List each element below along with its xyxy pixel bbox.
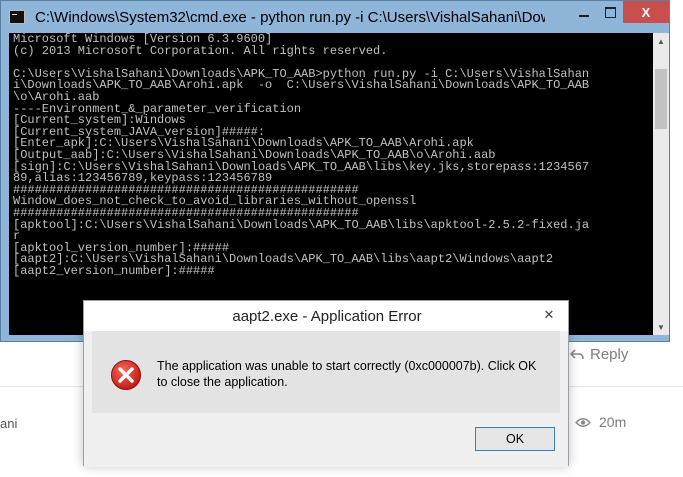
author-name: ani (0, 416, 18, 431)
reply-link[interactable]: Reply (570, 346, 628, 363)
close-icon: ✕ (543, 307, 555, 322)
scroll-thumb[interactable] (655, 69, 667, 129)
maximize-icon (604, 6, 616, 18)
error-dialog: aapt2.exe - Application Error ✕ The appl… (83, 300, 569, 467)
minimize-icon (579, 15, 589, 17)
console-output[interactable]: Microsoft Windows [Version 6.3.9600] (c) … (9, 33, 653, 335)
console-line: [apktool]:C:\Users\VishalSahani\Download… (13, 217, 590, 232)
cmd-titlebar[interactable]: C:\Windows\System32\cmd.exe - python run… (1, 1, 669, 33)
cmd-title: C:\Windows\System32\cmd.exe - python run… (35, 9, 545, 26)
scrollbar[interactable]: ▲ ▼ (653, 33, 669, 335)
dialog-titlebar[interactable]: aapt2.exe - Application Error ✕ (84, 301, 568, 331)
error-icon (111, 360, 141, 390)
console-line: i\Downloads\APK_TO_AAB\Arohi.apk -o C:\U… (13, 78, 590, 93)
eye-icon (575, 417, 591, 427)
console-line: (c) 2013 Microsoft Corporation. All righ… (13, 43, 388, 58)
dialog-title: aapt2.exe - Application Error (232, 308, 422, 325)
console-line: [aapt2_version_number]:##### (13, 263, 215, 278)
cmd-window: C:\Windows\System32\cmd.exe - python run… (0, 0, 670, 342)
view-time: 20m (575, 414, 626, 430)
reply-icon (570, 348, 584, 359)
minimize-button[interactable] (571, 1, 597, 23)
scroll-up-icon[interactable]: ▲ (653, 33, 669, 49)
close-icon: X (641, 4, 651, 20)
reply-label: Reply (590, 346, 629, 363)
scroll-down-icon[interactable]: ▼ (653, 319, 669, 335)
cmd-app-icon[interactable] (9, 10, 25, 24)
close-button[interactable]: X (623, 1, 669, 23)
dialog-close-button[interactable]: ✕ (536, 305, 562, 325)
maximize-button[interactable] (597, 1, 623, 23)
time-label: 20m (599, 414, 627, 430)
dialog-message: The application was unable to start corr… (157, 359, 537, 389)
ok-button[interactable]: OK (475, 427, 555, 451)
